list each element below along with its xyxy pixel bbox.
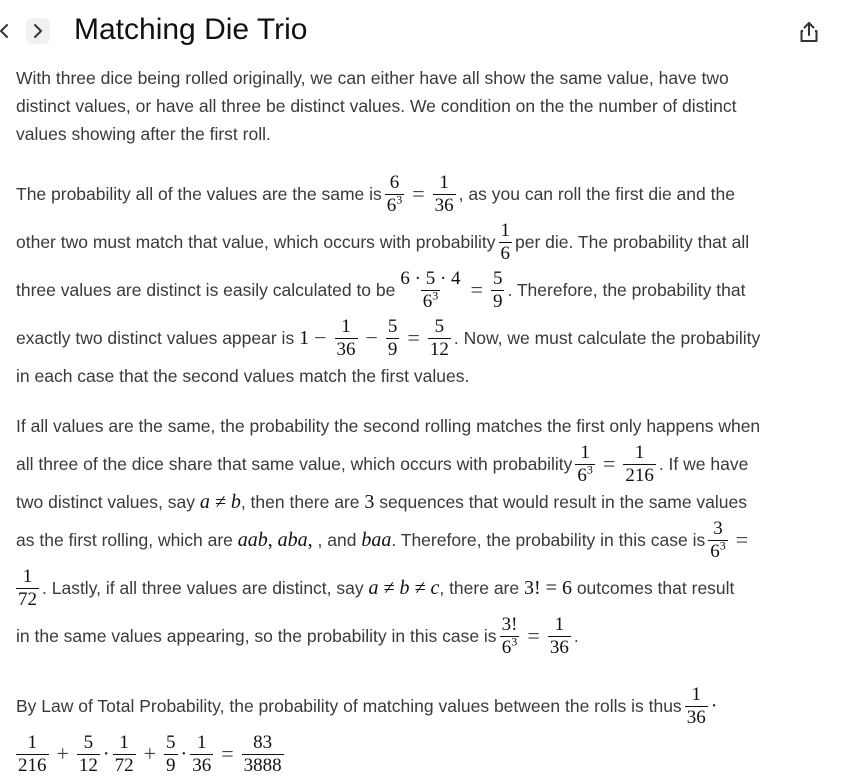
fraction: 3! 63: [499, 613, 520, 658]
fraction: 59: [490, 267, 505, 312]
fraction: 6 63: [384, 171, 405, 216]
fraction: 59: [164, 731, 178, 776]
fraction: 1 36: [547, 613, 571, 658]
text-line: all three of the dice share that same va…: [16, 441, 749, 486]
fraction: 5 12: [427, 315, 451, 360]
text-line: exactly two distinct values appear is 1 …: [16, 315, 761, 360]
text-line: two distinct values, say a ≠ b , then th…: [16, 491, 747, 513]
top-bar: Matching Die Trio: [0, 0, 841, 60]
chevron-left-icon[interactable]: [0, 18, 16, 44]
fraction: 5 12: [76, 731, 100, 776]
text-line: The probability all of the values are th…: [16, 171, 735, 216]
text-line: three values are distinct is easily calc…: [16, 267, 746, 312]
fraction: 1 36: [334, 315, 358, 360]
fraction: 1 216: [16, 731, 49, 776]
text-line: With three dice being rolled originally,…: [16, 68, 729, 88]
page-title: Matching Die Trio: [74, 13, 308, 46]
text-line: other two must match that value, which o…: [16, 219, 750, 264]
paragraph-cases: The probability all of the values are th…: [16, 170, 830, 390]
paragraph-matching: If all values are the same, the probabil…: [16, 412, 830, 660]
fraction: 1 36: [432, 171, 456, 216]
text-line: 1 72 . Lastly, if all three values are di…: [16, 565, 735, 610]
text-line: If all values are the same, the probabil…: [16, 416, 761, 436]
text-line: 1 216 + 5 12 · 1 72 + 59 · 1 36 = 83 3888: [16, 731, 284, 776]
share-icon[interactable]: [798, 20, 820, 44]
text-line: distinct values, or have all three be di…: [16, 96, 737, 116]
fraction: 1 216: [623, 441, 656, 486]
fraction: 59: [385, 315, 400, 360]
fraction: 83 3888: [241, 731, 284, 776]
fraction: 6 · 5 · 4 63: [400, 267, 461, 312]
fraction: 1 63: [575, 441, 595, 486]
fraction: 3 63: [708, 517, 728, 562]
fraction: 1 36: [684, 683, 708, 728]
chevron-right-icon[interactable]: [26, 18, 50, 44]
text-line: in each case that the second values matc…: [16, 366, 470, 386]
paragraph-intro: With three dice being rolled originally,…: [16, 64, 830, 148]
text-line: values showing after the first roll.: [16, 124, 271, 144]
fraction: 16: [498, 219, 513, 264]
paragraph-total: By Law of Total Probability, the probabi…: [16, 682, 830, 778]
text-line: By Law of Total Probability, the probabi…: [16, 683, 718, 728]
fraction: 1 72: [112, 731, 136, 776]
solution-content: With three dice being rolled originally,…: [16, 64, 830, 778]
fraction: 1 72: [16, 565, 39, 610]
text-line: in the same values appearing, so the pro…: [16, 613, 579, 658]
fraction: 1 36: [190, 731, 214, 776]
text-line: as the first rolling, which are aab, aba…: [16, 517, 749, 562]
